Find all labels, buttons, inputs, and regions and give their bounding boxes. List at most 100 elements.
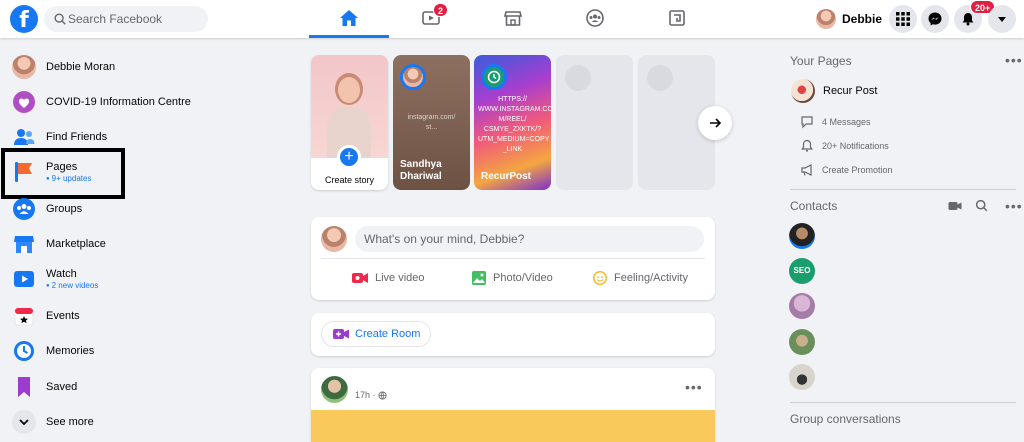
message-icon <box>801 116 813 129</box>
caret-down-icon <box>998 17 1006 22</box>
feeling-activity-button[interactable]: Feeling/Activity <box>592 265 688 291</box>
sidebar-item-marketplace[interactable]: Marketplace <box>8 227 288 261</box>
live-video-button[interactable]: Live video <box>351 265 425 291</box>
grid-menu-icon <box>896 12 910 26</box>
bell-icon <box>962 13 974 26</box>
post-time[interactable]: 17h · <box>355 390 376 400</box>
watch-badge: 2 <box>433 3 449 17</box>
sidebar-item-profile[interactable]: Debbie Moran <box>8 50 288 84</box>
sidebar-item-label: Marketplace <box>46 238 106 250</box>
saved-icon <box>18 377 30 397</box>
divider <box>790 402 1016 403</box>
recurpost-logo-icon <box>487 70 501 84</box>
profile-link[interactable]: Debbie <box>816 7 882 31</box>
story-avatar <box>400 64 426 90</box>
pages-options-button[interactable]: ••• <box>1005 53 1023 67</box>
events-icon <box>14 307 34 326</box>
photo-icon <box>472 271 486 285</box>
page-avatar[interactable] <box>791 79 815 103</box>
menu-button[interactable] <box>889 5 917 33</box>
facebook-logo[interactable]: f <box>10 5 38 33</box>
see-more-button[interactable]: See more <box>8 405 288 439</box>
post-composer: What's on your mind, Debbie? Live video … <box>311 217 715 300</box>
sidebar-item-events[interactable]: Events <box>8 299 288 333</box>
home-icon <box>340 10 358 26</box>
story-photo <box>311 55 388 158</box>
friends-icon <box>14 129 35 145</box>
group-conversations-heading: Group conversations <box>790 412 901 426</box>
notifications-button[interactable]: 20+ <box>954 0 996 33</box>
story-link-text: HTTPS://WWW.INSTAGRAM.CO M/REEL/CSMYE_ZXK… <box>478 96 551 153</box>
messages-label: 4 Messages <box>822 117 871 127</box>
video-camera-icon <box>948 202 962 210</box>
tab-home[interactable] <box>309 0 389 38</box>
bell-icon <box>801 139 813 152</box>
top-navigation-bar: f Search Facebook 2 Debbie 20+ <box>0 0 1024 38</box>
promotion-label: Create Promotion <box>822 165 893 175</box>
post-meta: 17h · <box>355 390 387 400</box>
story-card[interactable]: instagram.com/st... Sandhya Dhariwal <box>393 55 470 190</box>
create-promotion-link[interactable]: Create Promotion <box>800 163 893 177</box>
sidebar-item-label: Saved <box>46 381 78 393</box>
story-author: RecurPost <box>481 171 532 182</box>
contact-avatar[interactable] <box>789 293 815 319</box>
avatar <box>816 9 836 29</box>
stories-next-button[interactable] <box>698 106 732 140</box>
sidebar-item-memories[interactable]: Memories <box>8 334 288 368</box>
post-options-button[interactable]: ••• <box>685 380 703 394</box>
add-story-icon: + <box>337 145 361 169</box>
watch-icon <box>14 271 34 287</box>
story-author: Sandhya Dhariwal <box>400 159 442 182</box>
photo-video-button[interactable]: Photo/Video <box>471 265 553 291</box>
tab-marketplace[interactable] <box>473 0 553 38</box>
covid-heart-icon <box>13 91 35 113</box>
marketplace-icon <box>14 236 34 253</box>
page-name[interactable]: Recur Post <box>823 85 877 97</box>
sidebar-item-groups[interactable]: Groups <box>8 192 288 226</box>
sidebar-item-saved[interactable]: Saved <box>8 370 288 404</box>
notifications-label: 20+ Notifications <box>822 141 889 151</box>
search-icon <box>54 13 66 25</box>
divider <box>321 258 705 259</box>
page-notifications-link[interactable]: 20+ Notifications <box>800 139 889 153</box>
create-room-button[interactable]: Create Room <box>321 321 432 347</box>
groups-icon <box>13 198 35 220</box>
smiley-icon <box>593 271 607 285</box>
chevron-down-icon <box>12 410 36 434</box>
whats-on-your-mind-input[interactable]: What's on your mind, Debbie? <box>355 226 704 252</box>
page-messages-link[interactable]: 4 Messages <box>800 115 871 129</box>
tab-watch[interactable]: 2 <box>391 0 471 38</box>
new-room-button[interactable] <box>948 199 962 217</box>
contact-avatar[interactable] <box>789 364 815 390</box>
search-contacts-button[interactable] <box>975 199 988 217</box>
create-story-label: Create story <box>324 175 375 185</box>
live-video-label: Live video <box>375 272 425 284</box>
globe-icon <box>377 390 387 400</box>
gaming-icon <box>669 10 685 26</box>
avatar <box>321 226 347 252</box>
photo-video-label: Photo/Video <box>493 272 553 284</box>
tab-groups[interactable] <box>555 0 635 38</box>
messenger-button[interactable] <box>921 5 949 33</box>
sidebar-item-watch[interactable]: Watch 2 new videos <box>8 262 288 296</box>
search-input[interactable]: Search Facebook <box>44 6 208 32</box>
contact-avatar[interactable] <box>789 329 815 355</box>
sidebar-item-label: Find Friends <box>46 131 108 143</box>
story-avatar <box>481 64 507 90</box>
tab-gaming[interactable] <box>637 0 717 38</box>
search-icon <box>975 199 988 212</box>
post-avatar[interactable] <box>321 376 348 403</box>
contact-avatar[interactable] <box>789 223 815 249</box>
contacts-options-button[interactable]: ••• <box>1005 199 1023 213</box>
sidebar-item-covid[interactable]: COVID-19 Information Centre <box>8 85 288 119</box>
sidebar-item-label: Watch <box>46 268 77 280</box>
sidebar-item-label: Events <box>46 310 80 322</box>
contact-avatar[interactable]: SEO <box>789 258 815 284</box>
account-button[interactable] <box>988 5 1016 33</box>
story-link-text: instagram.com/st... <box>407 114 456 131</box>
create-story-card[interactable]: + Create story <box>311 55 388 190</box>
story-card[interactable]: HTTPS://WWW.INSTAGRAM.CO M/REEL/CSMYE_ZXK… <box>474 55 551 190</box>
feeling-activity-label: Feeling/Activity <box>614 272 688 284</box>
divider <box>790 189 1016 190</box>
create-room-label: Create Room <box>355 328 421 340</box>
